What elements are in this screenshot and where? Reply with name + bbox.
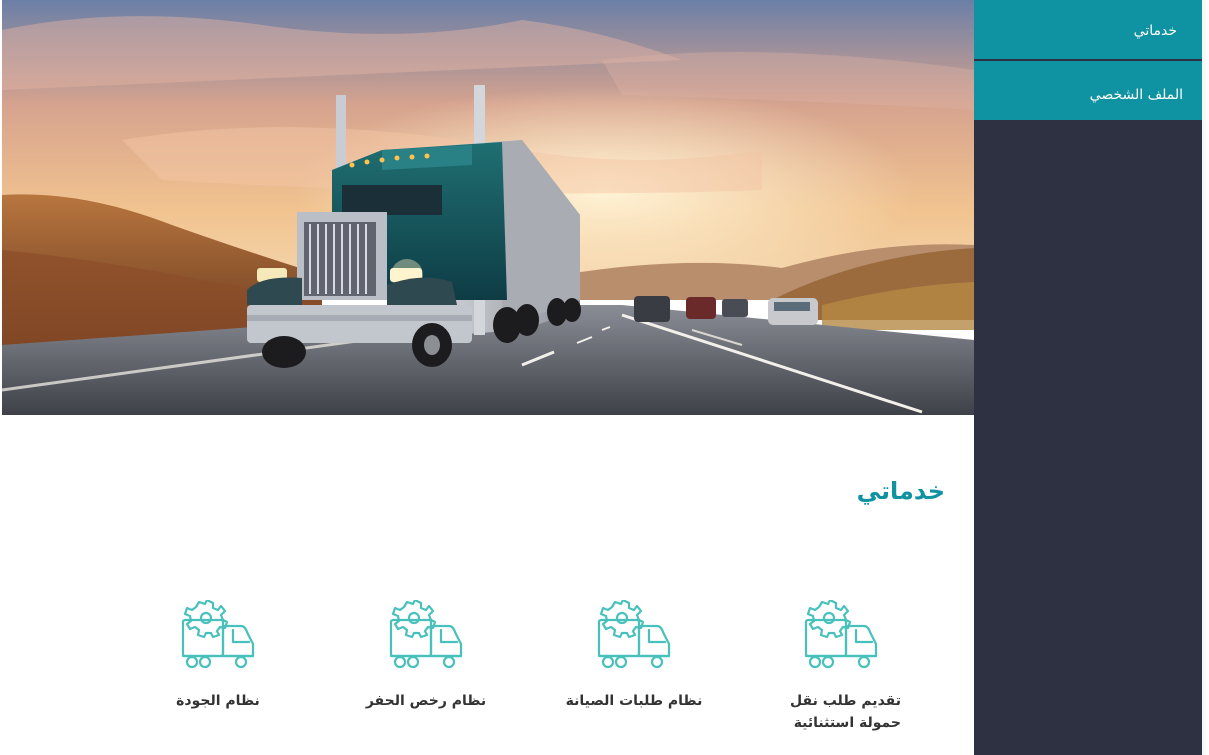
hero-banner (2, 0, 974, 415)
sidebar: خدماتي الملف الشخصي (974, 0, 1202, 755)
service-label-exceptional-load: تقديم طلب نقل حمولة استثنائية (790, 693, 901, 731)
truck-gear-icon (179, 600, 257, 676)
sidebar-item-label: خدماتي (1133, 23, 1177, 39)
page-title: خدماتي (856, 477, 945, 505)
sidebar-item-profile[interactable]: الملف الشخصي (974, 60, 1202, 120)
service-label-maintenance-requests: نظام طلبات الصيانة (565, 693, 703, 709)
service-card-drilling-permits[interactable]: نظام رخص الحفر (351, 600, 501, 712)
truck-gear-icon (387, 600, 465, 676)
page: خدماتي تقديم طلب نقل حمولة استثنائية نظا… (0, 0, 1209, 755)
sidebar-item-label: الملف الشخصي (1089, 87, 1183, 103)
service-label-quality-system: نظام الجودة (176, 693, 260, 709)
sidebar-item-my-services[interactable]: خدماتي (974, 0, 1202, 60)
service-card-quality-system[interactable]: نظام الجودة (143, 600, 293, 712)
service-card-exceptional-load[interactable]: تقديم طلب نقل حمولة استثنائية (766, 600, 916, 734)
service-label-drilling-permits: نظام رخص الحفر (365, 693, 487, 709)
service-card-maintenance-requests[interactable]: نظام طلبات الصيانة (559, 600, 709, 712)
truck-gear-icon (802, 600, 880, 676)
page-edge (1202, 0, 1209, 755)
truck-gear-icon (595, 600, 673, 676)
hero-image (2, 0, 974, 415)
